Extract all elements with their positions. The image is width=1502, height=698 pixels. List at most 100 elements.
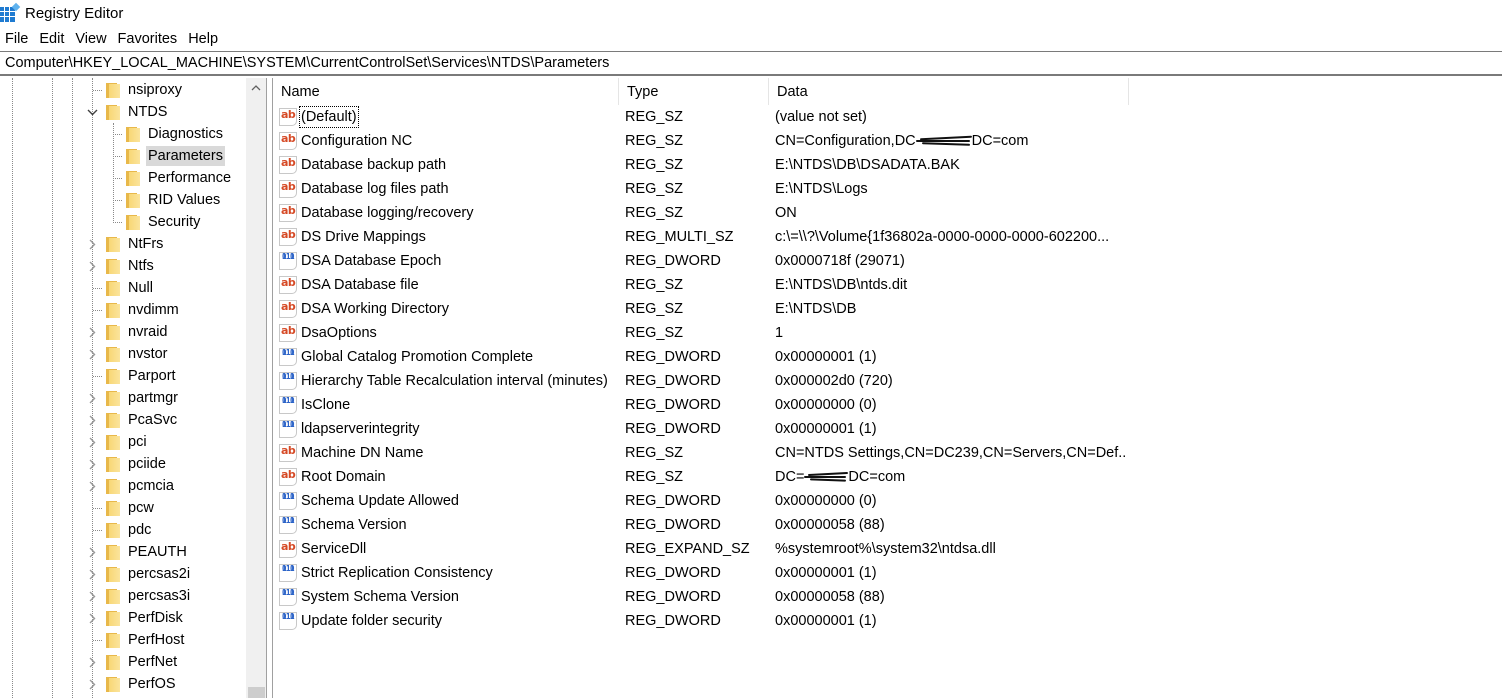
value-row[interactable]: ab DSA Working Directory REG_SZ E:\NTDS\DB [273, 297, 1502, 321]
tree-item[interactable]: NtFrs [106, 233, 165, 255]
value-type: REG_SZ [625, 109, 684, 125]
tree-scrollbar[interactable] [246, 78, 266, 698]
tree-item[interactable]: NTDS [106, 101, 169, 123]
tree-item[interactable]: Parameters [126, 145, 225, 167]
tree-item[interactable]: nvstor [106, 343, 170, 365]
column-header-data[interactable]: Data [769, 78, 1129, 105]
tree-item[interactable]: pdc [106, 519, 153, 541]
value-row[interactable]: ab Machine DN Name REG_SZ CN=NTDS Settings,… [273, 441, 1502, 465]
value-row[interactable]: 011 110 Schema Version REG_DWORD 0x00000058 … [273, 513, 1502, 537]
value-data: 0x00000058 (88) [775, 585, 1127, 609]
value-row[interactable]: 011 110 Update folder security REG_DWORD 0x0… [273, 609, 1502, 633]
title-bar: Registry Editor [0, 0, 1502, 26]
tree-item[interactable]: Performance [126, 167, 233, 189]
tree-item[interactable]: percsas3i [106, 585, 192, 607]
tree-item[interactable]: nvraid [106, 321, 170, 343]
menu-help[interactable]: Help [183, 31, 224, 47]
menu-favorites[interactable]: Favorites [113, 31, 184, 47]
menu-file[interactable]: File [0, 31, 34, 47]
chevron-right-icon[interactable] [86, 255, 98, 277]
value-row[interactable]: ab ServiceDll REG_EXPAND_SZ %systemroot%\sy… [273, 537, 1502, 561]
value-type: REG_EXPAND_SZ [625, 541, 750, 557]
chevron-right-icon[interactable] [86, 321, 98, 343]
value-row[interactable]: ab Database logging/recovery REG_SZ ON [273, 201, 1502, 225]
address-path[interactable]: Computer\HKEY_LOCAL_MACHINE\SYSTEM\Curre… [0, 55, 609, 71]
value-row[interactable]: 011 110 ldapserverintegrity REG_DWORD 0x0000… [273, 417, 1502, 441]
tree-item[interactable]: Parport [106, 365, 178, 387]
column-header-type[interactable]: Type [619, 78, 769, 105]
value-data-text: 0x00000001 (1) [775, 613, 877, 629]
tree-item[interactable]: partmgr [106, 387, 180, 409]
tree-item[interactable]: percsas2i [106, 563, 192, 585]
tree-item[interactable]: PEAUTH [106, 541, 189, 563]
value-row[interactable]: 011 110 System Schema Version REG_DWORD 0x00… [273, 585, 1502, 609]
value-row[interactable]: ab DS Drive Mappings REG_MULTI_SZ c:\=\\?\V… [273, 225, 1502, 249]
value-row[interactable]: ab DSA Database file REG_SZ E:\NTDS\DB\ntds… [273, 273, 1502, 297]
address-bar[interactable]: Computer\HKEY_LOCAL_MACHINE\SYSTEM\Curre… [0, 51, 1502, 76]
tree-item[interactable]: PerfOS [106, 673, 178, 695]
chevron-right-icon[interactable] [86, 431, 98, 453]
value-row[interactable]: 011 110 Strict Replication Consistency REG_… [273, 561, 1502, 585]
value-row[interactable]: ab Database log files path REG_SZ E:\NTDS\L… [273, 177, 1502, 201]
folder-icon [106, 412, 120, 428]
value-row[interactable]: ab Root Domain REG_SZ DC= DC=com [273, 465, 1502, 489]
tree-item[interactable]: Diagnostics [126, 123, 225, 145]
value-type: REG_SZ [625, 469, 684, 485]
tree-item[interactable]: PerfDisk [106, 607, 185, 629]
tree-item-label: pci [128, 434, 147, 450]
chevron-right-icon[interactable] [86, 607, 98, 629]
menu-edit[interactable]: Edit [34, 31, 70, 47]
menu-view[interactable]: View [70, 31, 112, 47]
value-row[interactable]: ab DsaOptions REG_SZ 1 [273, 321, 1502, 345]
chevron-right-icon[interactable] [86, 453, 98, 475]
tree-item[interactable]: PerfNet [106, 651, 179, 673]
chevron-right-icon[interactable] [86, 541, 98, 563]
chevron-right-icon[interactable] [86, 673, 98, 695]
value-type: REG_SZ [625, 325, 684, 341]
scroll-thumb[interactable] [248, 687, 265, 698]
chevron-right-icon[interactable] [86, 563, 98, 585]
chevron-right-icon[interactable] [86, 343, 98, 365]
tree-item[interactable]: PerfHost [106, 629, 186, 651]
tree-item[interactable]: RID Values [126, 189, 222, 211]
value-row[interactable]: 011 110 Hierarchy Table Recalculation inte… [273, 369, 1502, 393]
tree-item[interactable]: nvdimm [106, 299, 181, 321]
value-row[interactable]: 011 110 IsClone REG_DWORD 0x00000000 (0) [273, 393, 1502, 417]
tree-item-label: pcmcia [128, 478, 174, 494]
tree-item[interactable]: Security [126, 211, 202, 233]
column-header-name[interactable]: Name [273, 78, 619, 105]
chevron-right-icon[interactable] [86, 409, 98, 431]
value-row[interactable]: 011 110 Global Catalog Promotion Complete R… [273, 345, 1502, 369]
tree-item-label: nvstor [128, 346, 168, 362]
scroll-up-button[interactable] [246, 78, 266, 98]
tree-item[interactable]: PcaSvc [106, 409, 179, 431]
tree-item[interactable]: Ntfs [106, 255, 156, 277]
value-data-text: c:\=\\?\Volume{1f36802a-0000-0000-0000-6… [775, 229, 1110, 245]
value-row[interactable]: 011 110 DSA Database Epoch REG_DWORD 0x00007… [273, 249, 1502, 273]
folder-icon [126, 192, 140, 208]
tree-item[interactable]: pciide [106, 453, 168, 475]
chevron-down-icon[interactable] [86, 101, 98, 123]
folder-icon [106, 104, 120, 120]
tree-item[interactable]: pcw [106, 497, 156, 519]
value-row[interactable]: ab Configuration NC REG_SZ CN=Configuration… [273, 129, 1502, 153]
tree-item-label: partmgr [128, 390, 178, 406]
value-type: REG_SZ [625, 301, 684, 317]
tree-item[interactable]: Null [106, 277, 155, 299]
chevron-right-icon[interactable] [86, 585, 98, 607]
pane-splitter[interactable] [266, 78, 273, 698]
tree-item[interactable]: pcmcia [106, 475, 176, 497]
chevron-right-icon[interactable] [86, 651, 98, 673]
chevron-right-icon[interactable] [86, 475, 98, 497]
value-type: REG_SZ [625, 133, 684, 149]
binary-value-icon: 011 110 [279, 372, 297, 390]
key-tree[interactable]: nsiproxy NTDS Diagnostics Parameters Perform… [0, 78, 266, 698]
value-row[interactable]: ab (Default) REG_SZ (value not set) [273, 105, 1502, 129]
value-row[interactable]: 011 110 Schema Update Allowed REG_DWORD 0x00… [273, 489, 1502, 513]
tree-item[interactable]: pci [106, 431, 149, 453]
values-list[interactable]: Name Type Data ab (Default) REG_SZ (value n… [273, 78, 1502, 698]
value-row[interactable]: ab Database backup path REG_SZ E:\NTDS\DB\D… [273, 153, 1502, 177]
tree-item[interactable]: nsiproxy [106, 79, 184, 101]
chevron-right-icon[interactable] [86, 387, 98, 409]
chevron-right-icon[interactable] [86, 233, 98, 255]
